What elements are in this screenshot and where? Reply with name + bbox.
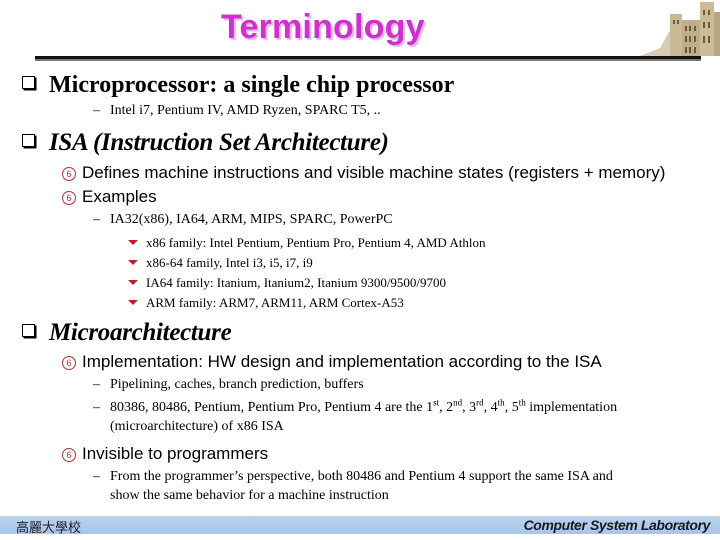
sub-bullet-isa-list: – IA32(x86), IA64, ARM, MIPS, SPARC, Powe… — [93, 212, 393, 227]
red-down-triangle-icon — [128, 300, 138, 305]
point-implementation: 6 Implementation: HW design and implement… — [62, 352, 602, 372]
bullet-isa: ISA (Instruction Set Architecture) — [22, 129, 389, 157]
circled-six-bullet-icon: 6 — [62, 448, 76, 462]
sub-bullet-ordinals: –80386, 80486, Pentium, Pentium Pro, Pen… — [93, 397, 618, 415]
slide-title: Terminology — [221, 8, 425, 46]
list-item-ia64: IA64 family: Itanium, Itanium2, Itanium … — [128, 275, 446, 291]
sub-bullet-microprocessor-examples: – Intel i7, Pentium IV, AMD Ryzen, SPARC … — [93, 103, 381, 118]
dash-bullet-icon: – — [93, 469, 100, 484]
list-item-x86-64: x86-64 family, Intel i3, i5, i7, i9 — [128, 255, 313, 271]
sub-bullet-programmer-perspective-continuation: show the same behavior for a machine ins… — [110, 488, 389, 503]
sub-bullet-ordinals-continuation: (microarchitecture) of x86 ISA — [110, 419, 284, 434]
red-down-triangle-icon — [128, 240, 138, 245]
bullet-microarchitecture: Microarchitecture — [22, 319, 232, 347]
sub-bullet-pipelining: – Pipelining, caches, branch prediction, … — [93, 377, 364, 392]
circled-six-bullet-icon: 6 — [62, 167, 76, 181]
square-bullet-icon — [22, 134, 35, 147]
list-item-x86: x86 family: Intel Pentium, Pentium Pro, … — [128, 235, 485, 251]
dash-bullet-icon: – — [93, 212, 100, 227]
dash-bullet-icon: – — [93, 103, 100, 118]
university-building-image — [640, 2, 720, 56]
heading-text: ISA (Instruction Set Architecture) — [49, 129, 389, 156]
red-down-triangle-icon — [128, 280, 138, 285]
lab-name: Computer System Laboratory — [523, 517, 711, 533]
header-divider — [35, 56, 701, 61]
circled-six-bullet-icon: 6 — [62, 191, 76, 205]
heading-text: Microarchitecture — [49, 319, 232, 346]
bullet-microprocessor: Microprocessor: a single chip processor — [22, 72, 454, 99]
dash-bullet-icon: – — [93, 400, 100, 415]
square-bullet-icon — [22, 76, 35, 89]
footer-bar: 高麗大學校 Computer System Laboratory — [0, 516, 720, 536]
point-isa-examples: 6 Examples — [62, 187, 157, 207]
red-down-triangle-icon — [128, 260, 138, 265]
heading-text: Microprocessor: a single chip processor — [49, 72, 455, 98]
list-item-arm: ARM family: ARM7, ARM11, ARM Cortex-A53 — [128, 295, 404, 311]
dash-bullet-icon: – — [93, 377, 100, 392]
square-bullet-icon — [22, 324, 35, 337]
sub-bullet-programmer-perspective: – From the programmer’s perspective, both… — [93, 469, 613, 484]
point-isa-defines: 6 Defines machine instructions and visibl… — [62, 163, 665, 183]
point-invisible: 6 Invisible to programmers — [62, 444, 268, 464]
university-name: 高麗大學校 — [16, 521, 82, 536]
circled-six-bullet-icon: 6 — [62, 356, 76, 370]
